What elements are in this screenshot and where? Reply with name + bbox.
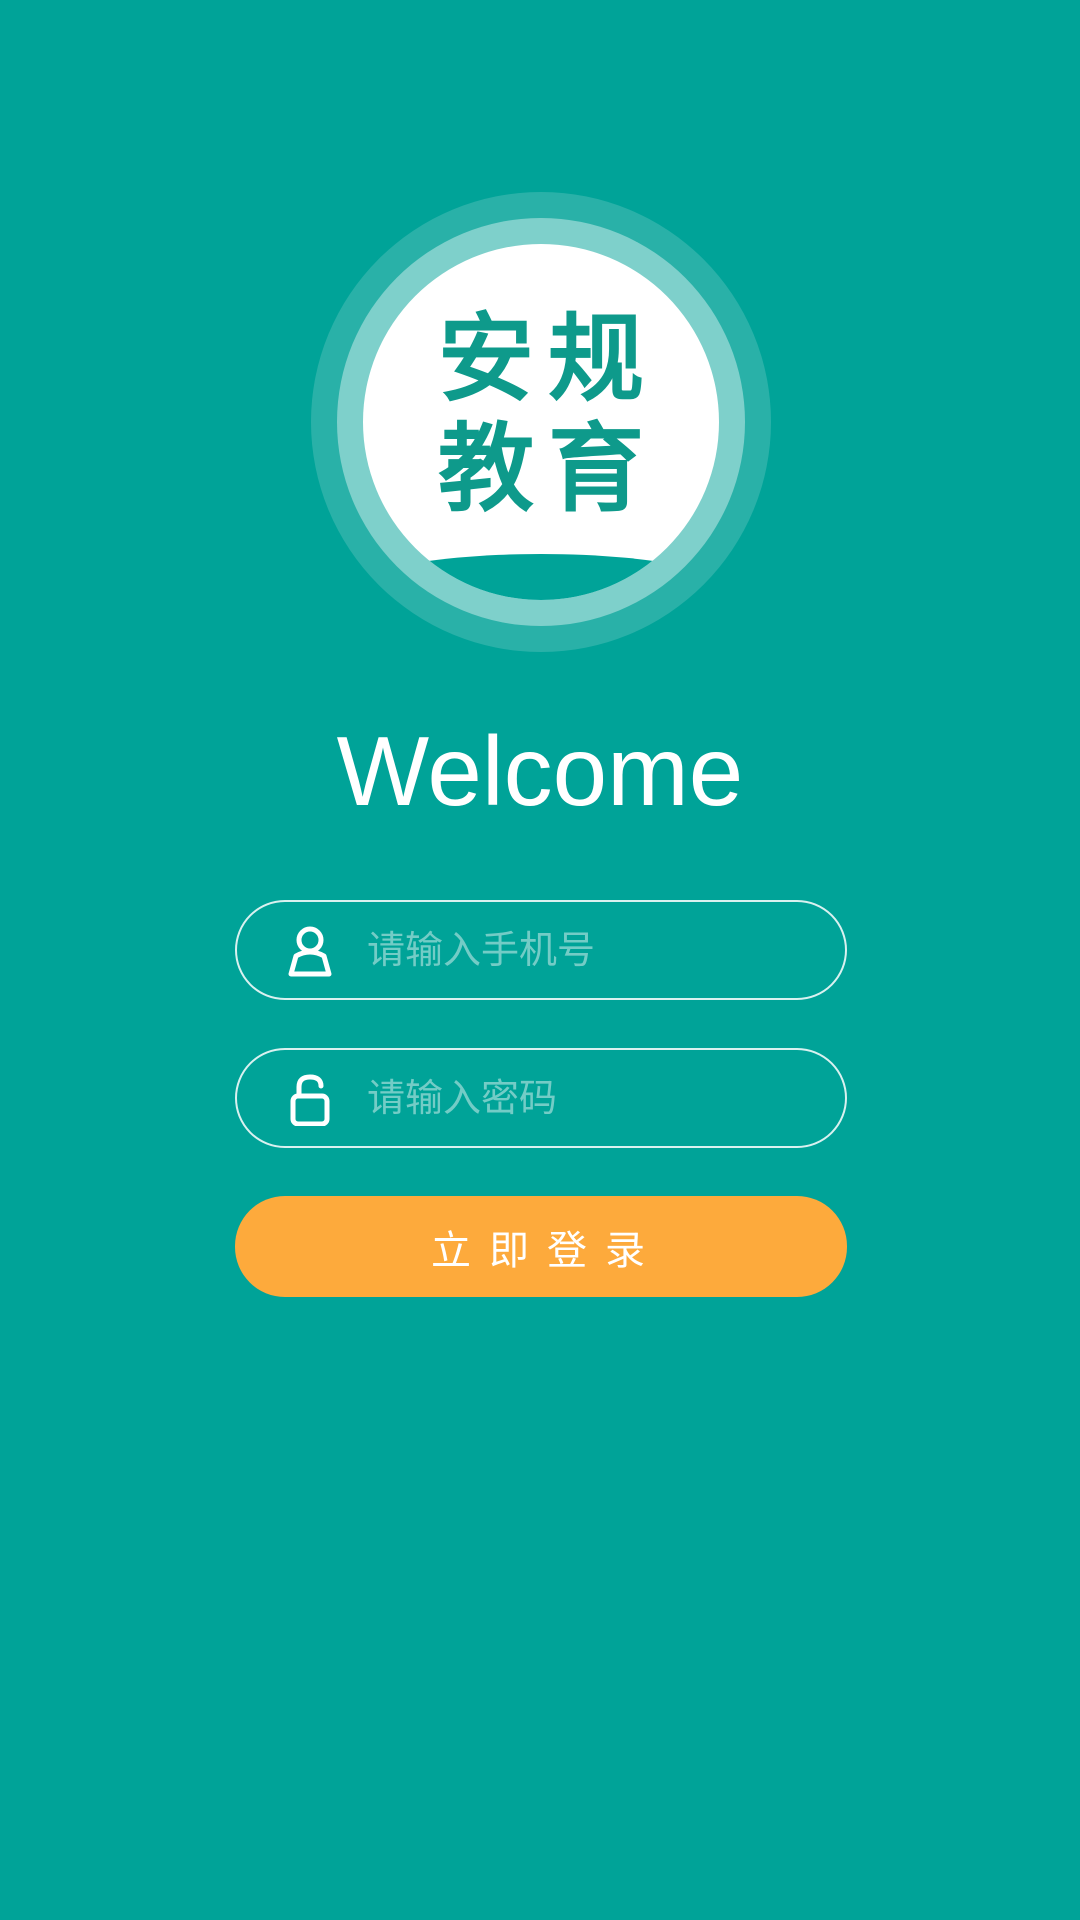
logo-text-line2: 教育 — [438, 413, 658, 525]
lock-icon — [290, 1074, 330, 1126]
logo-text-line1: 安规 — [438, 303, 658, 415]
phone-input[interactable] — [367, 902, 807, 998]
welcome-title: Welcome — [336, 716, 744, 826]
login-button[interactable]: 立即登录 — [235, 1196, 847, 1297]
password-field[interactable] — [235, 1048, 847, 1148]
user-icon — [288, 926, 332, 977]
logo-face: 安规 教育 — [363, 244, 719, 600]
app-logo: 安规 教育 — [311, 192, 771, 652]
phone-field[interactable] — [235, 900, 847, 1000]
password-input[interactable] — [367, 1050, 807, 1146]
logo-text: 安规 教育 — [363, 304, 719, 524]
